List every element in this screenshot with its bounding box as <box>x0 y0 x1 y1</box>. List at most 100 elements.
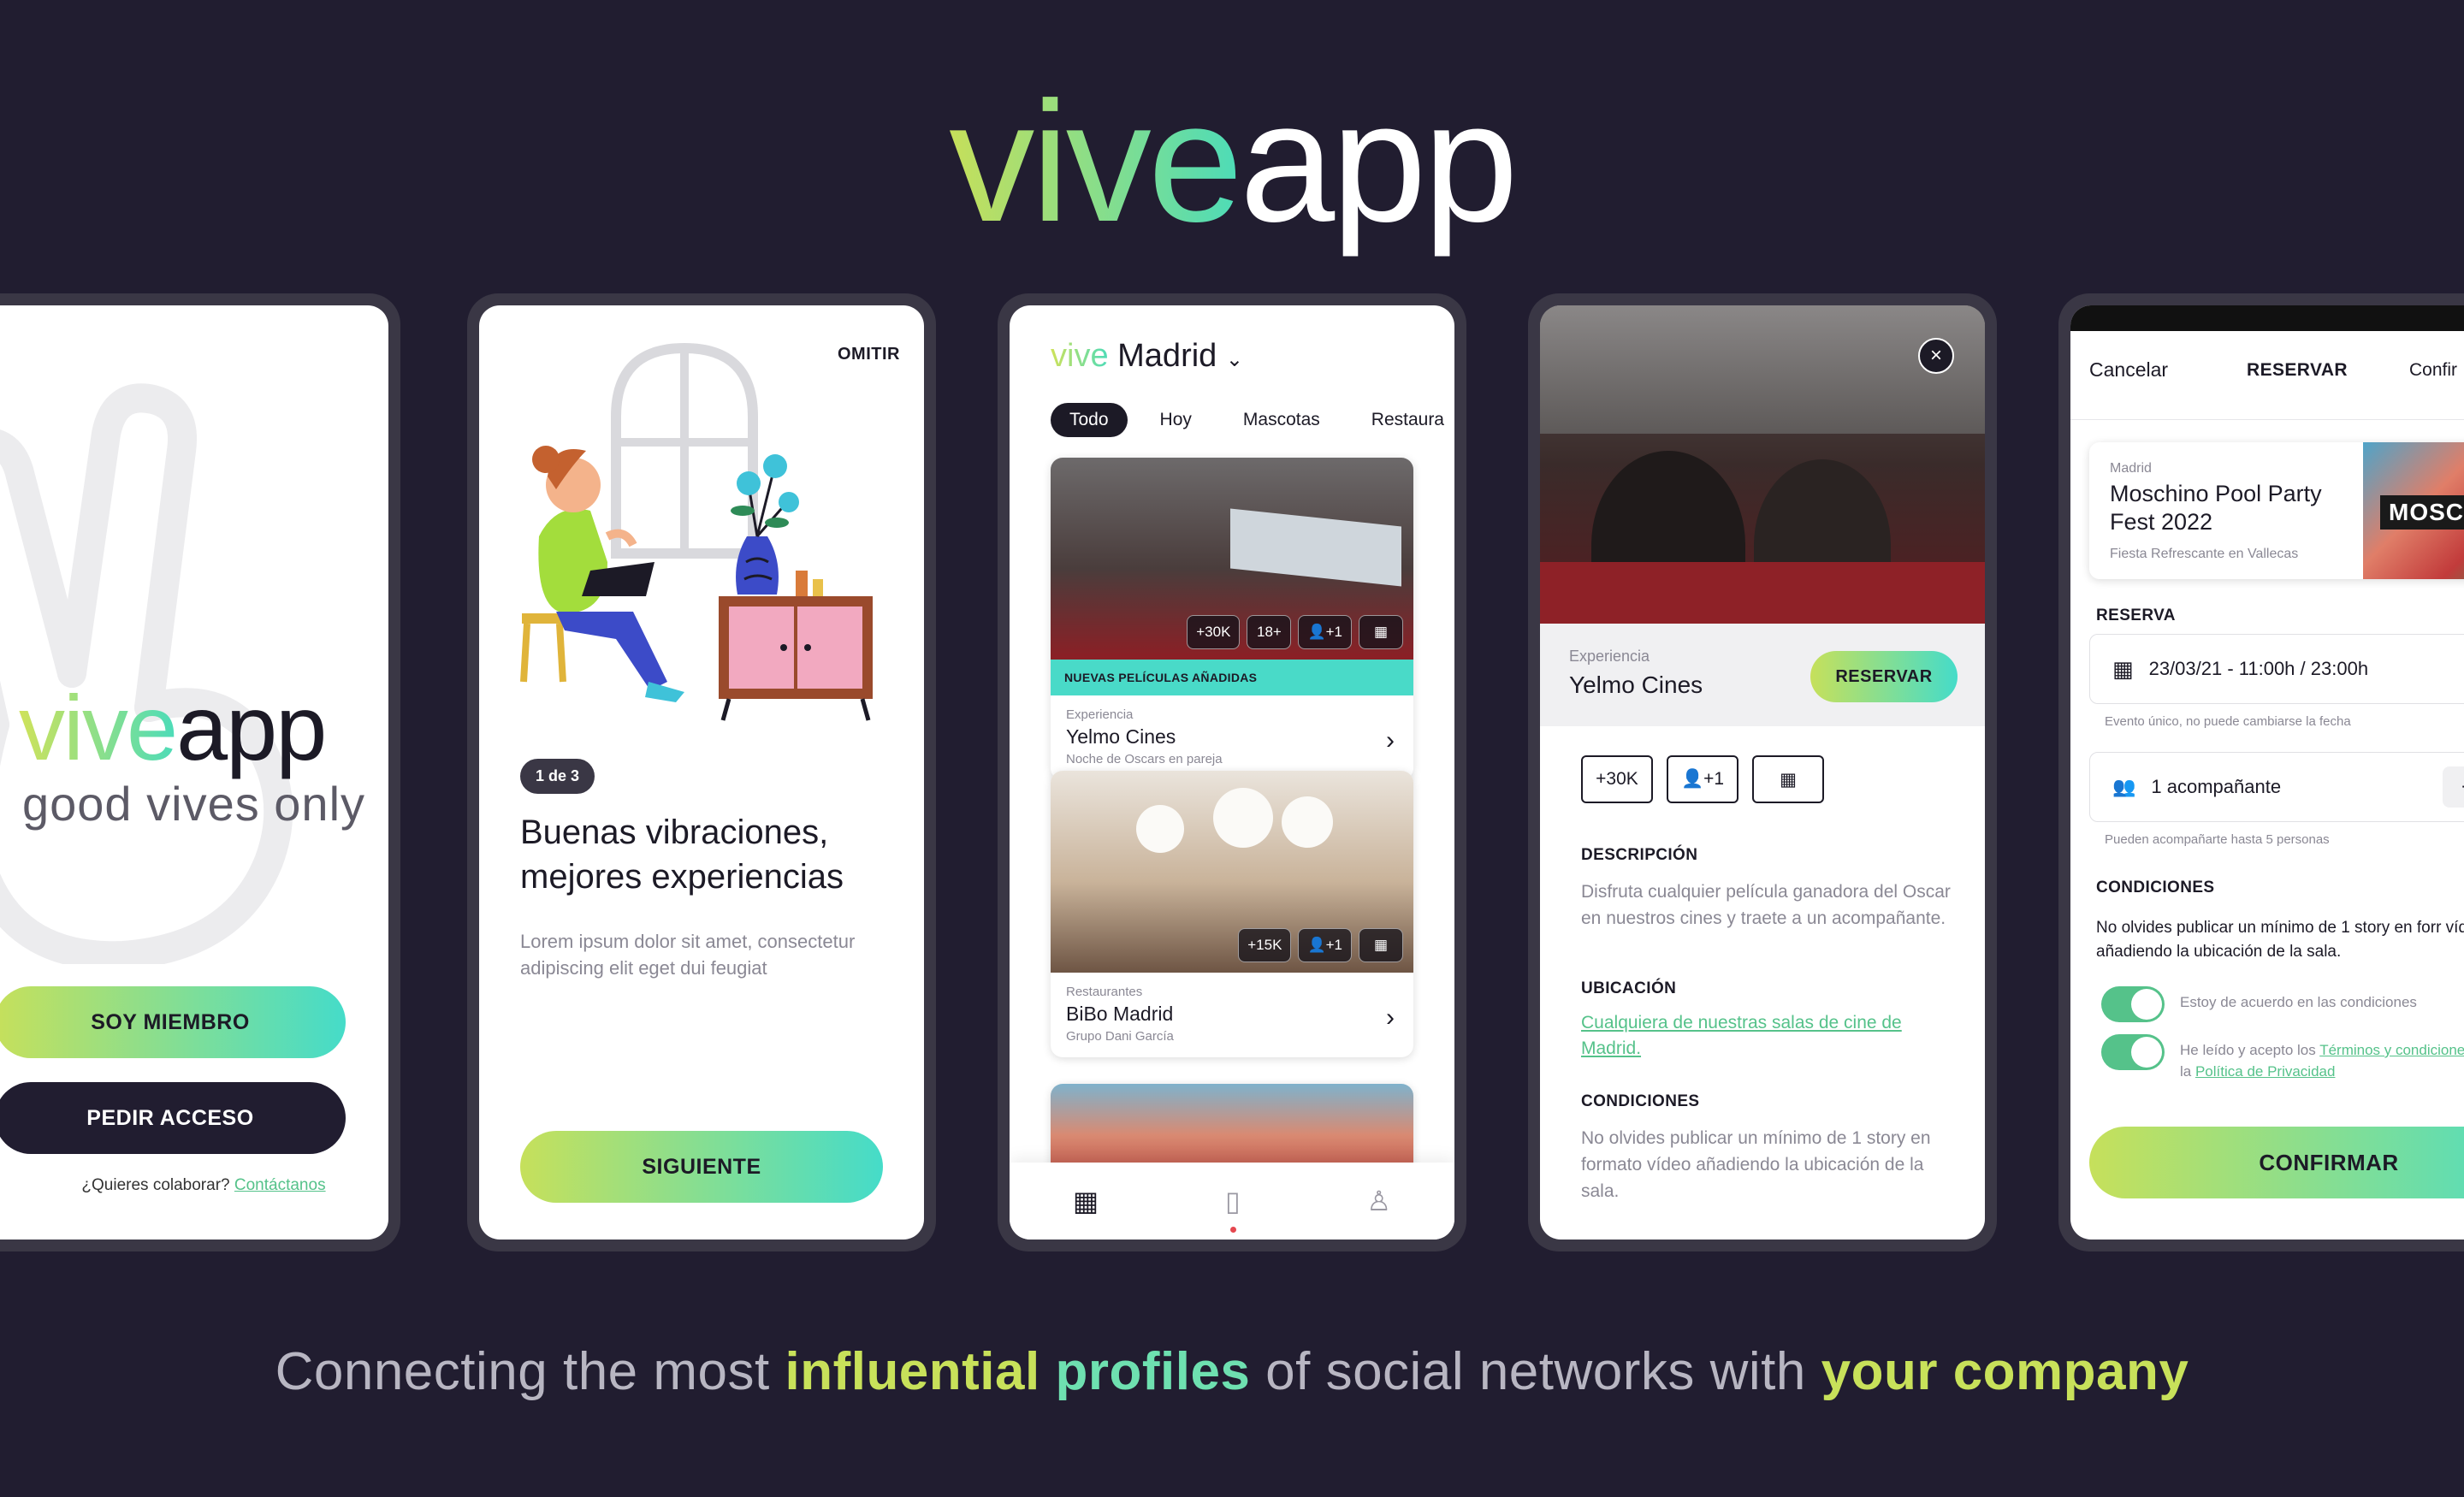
feed-screen: vive Madrid ⌄ Todo Hoy Mascotas Restaura… <box>1010 305 1454 1240</box>
conditions-label: CONDICIONES <box>2096 879 2215 896</box>
tagline-company: your company <box>1821 1342 2189 1401</box>
event-card-bibo[interactable]: +15K 👤 +1 ▦ Restaurantes BiBo Madrid Grup… <box>1051 771 1413 1057</box>
terms-toggle[interactable] <box>2101 1034 2165 1070</box>
tagline-influential: influential <box>785 1342 1040 1401</box>
terms-link[interactable]: Términos y condiciones <box>2319 1042 2464 1058</box>
conditions-label: CONDICIONES <box>1581 1092 1700 1110</box>
confirm-button[interactable]: CONFIRMAR <box>2089 1127 2464 1198</box>
description-text: Disfruta cualquier película ganadora del… <box>1581 882 1951 928</box>
welcome-logo-app: app <box>176 676 327 779</box>
cinema-image: +30K 18+ 👤 +1 ▦ <box>1051 458 1413 660</box>
phone-feed: vive Madrid ⌄ Todo Hoy Mascotas Restaura… <box>998 293 1466 1251</box>
companion-chip-value: +1 <box>1325 937 1342 953</box>
slogan: good vives only <box>22 777 366 831</box>
city-selector[interactable]: vive Madrid ⌄ <box>1051 338 1243 375</box>
companion-field: 👥 1 acompañante − + <box>2089 752 2464 822</box>
agree-text: Estoy de acuerdo en las condiciones <box>2180 994 2417 1010</box>
conditions-text: No olvides publicar un mínimo de 1 story… <box>2096 919 2464 961</box>
detail-title: Yelmo Cines <box>1569 672 1703 698</box>
cancel-button[interactable]: Cancelar <box>2089 358 2168 382</box>
conditions-text: No olvides publicar un mínimo de 1 story… <box>1581 1128 1931 1201</box>
cinema-hero-image: × <box>1540 305 1985 624</box>
card-info: Experiencia Yelmo Cines Noche de Oscars … <box>1051 695 1413 780</box>
agree-row: Estoy de acuerdo en las condiciones <box>2101 986 2464 1022</box>
event-city: Madrid <box>2110 461 2152 476</box>
tab-mascotas[interactable]: Mascotas <box>1224 403 1339 437</box>
agree-toggle[interactable] <box>2101 986 2165 1022</box>
calendar-icon: ▦ <box>1359 615 1403 649</box>
followers-chip: +30K <box>1581 755 1653 803</box>
welcome-logo-vive: vive <box>19 676 178 779</box>
companion-hint: Pueden acompañarte hasta 5 personas <box>2105 832 2330 847</box>
tab-hoy[interactable]: Hoy <box>1141 403 1211 437</box>
event-card-yelmo[interactable]: +30K 18+ 👤 +1 ▦ NUEVAS PELÍCULAS AÑADIDAS… <box>1051 458 1413 780</box>
city-name: Madrid <box>1117 338 1217 374</box>
logo-vive: vive <box>949 67 1243 257</box>
close-icon[interactable]: × <box>1918 338 1954 374</box>
viveapp-logo: viveapp <box>0 77 2464 248</box>
date-field[interactable]: ▦ 23/03/21 - 11:00h / 23:00h <box>2089 634 2464 704</box>
logo-app: app <box>1239 67 1519 257</box>
welcome-logo: viveapp <box>19 682 327 774</box>
tab-todo[interactable]: Todo <box>1051 403 1128 437</box>
contact-link[interactable]: Contáctanos <box>234 1176 326 1194</box>
notification-dot <box>1229 1227 1236 1233</box>
booking-screen: Cancelar RESERVAR Confir Madrid Moschino… <box>2070 305 2464 1240</box>
next-button[interactable]: SIGUIENTE <box>520 1131 883 1203</box>
location-link[interactable]: Cualquiera de nuestras salas de cine de … <box>1581 1010 1958 1062</box>
companion-chip: 👤 +1 <box>1298 928 1352 962</box>
moschino-logo: MOSCHIN <box>2380 495 2464 530</box>
restaurant-image: +15K 👤 +1 ▦ <box>1051 771 1413 973</box>
location-label: UBICACIÓN <box>1581 979 1677 997</box>
tagline-profiles: profiles <box>1055 1342 1251 1401</box>
chevron-down-icon: ⌄ <box>1225 348 1243 371</box>
card-category: Restaurantes <box>1066 985 1143 999</box>
card-subtitle: Noche de Oscars en pareja <box>1066 752 1223 766</box>
event-title: Moschino Pool Party Fest 2022 <box>2110 481 2322 535</box>
grid-icon[interactable]: ▦ <box>1073 1185 1099 1217</box>
phone-detail: × Experiencia Yelmo Cines RESERVAR +30K … <box>1528 293 1997 1251</box>
clipboard-icon[interactable]: ▯ <box>1225 1185 1241 1233</box>
member-button[interactable]: SOY MIEMBRO <box>0 986 346 1058</box>
followers-chip: +15K <box>1238 928 1292 962</box>
collaborate-text: ¿Quieres colaborar? Contáctanos <box>0 1176 388 1195</box>
onboarding-screen: OMITIR 1 de 3 Buenas vibraciones, mejore… <box>479 305 924 1240</box>
welcome-screen: viveapp good vives only SOY MIEMBRO PEDI… <box>0 305 388 1240</box>
card-chips: +15K 👤 +1 ▦ <box>1238 928 1403 962</box>
book-button[interactable]: RESERVAR <box>1810 651 1958 702</box>
detail-screen: × Experiencia Yelmo Cines RESERVAR +30K … <box>1540 305 1985 1240</box>
confirm-top-button[interactable]: Confir <box>2409 360 2457 381</box>
onboarding-title: Buenas vibraciones, mejores experiencias <box>520 814 844 896</box>
step-indicator: 1 de 3 <box>520 759 595 794</box>
companion-stepper: − + <box>2443 766 2464 808</box>
description-label: DESCRIPCIÓN <box>1581 846 1698 864</box>
age-chip: 18+ <box>1247 615 1292 649</box>
companion-chip: 👤 +1 <box>1667 755 1738 803</box>
privacy-link[interactable]: Política de Privacidad <box>2195 1063 2335 1080</box>
followers-chip: +30K <box>1187 615 1241 649</box>
event-thumbnail: MOSCHIN <box>2363 442 2464 579</box>
event-summary-card: Madrid Moschino Pool Party Fest 2022 Fie… <box>2089 442 2464 579</box>
card-category: Experiencia <box>1066 707 1134 722</box>
terms-row: He leído y acepto los Términos y condici… <box>2101 1034 2464 1082</box>
card-title: Yelmo Cines <box>1066 725 1176 748</box>
date-value: 23/03/21 - 11:00h / 23:00h <box>2148 658 2369 679</box>
request-access-button[interactable]: PEDIR ACCESO <box>0 1082 346 1154</box>
onboarding-body: Lorem ipsum dolor sit amet, consectetur … <box>520 931 856 979</box>
bottom-nav: ▦ ▯ ♙ <box>1010 1163 1454 1240</box>
terms-text: He leído y acepto los Términos y condici… <box>2180 1034 2464 1082</box>
detail-category: Experiencia <box>1569 648 1650 665</box>
detail-chips: +30K 👤 +1 ▦ <box>1581 755 1824 803</box>
tab-restaurantes[interactable]: Restaura <box>1353 403 1454 437</box>
phone-onboarding: OMITIR 1 de 3 Buenas vibraciones, mejore… <box>467 293 936 1251</box>
card-chips: +30K 18+ 👤 +1 ▦ <box>1187 615 1403 649</box>
feed-brand: vive <box>1051 338 1109 374</box>
event-subtitle: Fiesta Refrescante en Vallecas <box>2110 547 2299 561</box>
people-icon: 👥 <box>2112 776 2136 797</box>
card-title: BiBo Madrid <box>1066 1003 1174 1025</box>
minus-button[interactable]: − <box>2443 766 2464 808</box>
status-bar <box>2070 305 2464 331</box>
collaborate-question: ¿Quieres colaborar? <box>81 1176 230 1194</box>
user-icon[interactable]: ♙ <box>1366 1185 1391 1217</box>
card-subtitle: Grupo Dani García <box>1066 1029 1174 1044</box>
